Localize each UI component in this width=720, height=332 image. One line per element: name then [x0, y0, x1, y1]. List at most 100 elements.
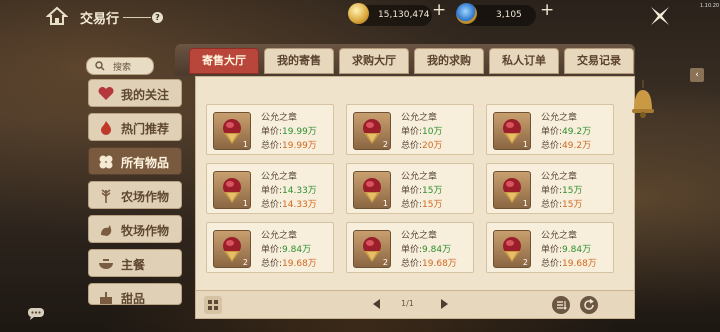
item-name: 公允之章 — [261, 231, 298, 241]
listing-card[interactable]: 2 公允之章 单价:9.84万 总价:19.68万 — [486, 222, 614, 273]
unit-price-value: 19.99万 — [282, 127, 317, 137]
bell-icon[interactable] — [628, 80, 658, 120]
tab-consignment-hall[interactable]: 寄售大厅 — [189, 48, 259, 74]
item-thumbnail: 1 — [213, 112, 251, 150]
wheat-icon — [101, 189, 111, 203]
listing-card[interactable]: 1 公允之章 单价:14.33万 总价:14.33万 — [206, 163, 334, 214]
unit-price: 单价:19.99万 — [261, 124, 317, 137]
sidebar-item-dessert[interactable]: 甜品 — [88, 283, 182, 305]
sidebar-item-label: 我的关注 — [121, 88, 170, 102]
close-icon[interactable] — [648, 4, 672, 28]
item-thumbnail: 2 — [213, 230, 251, 268]
sidebar-item-farm[interactable]: 农场作物 — [88, 181, 182, 209]
page-indicator: 1/1 — [401, 299, 414, 308]
item-quantity: 2 — [382, 258, 388, 267]
bowl-icon — [99, 259, 113, 269]
unit-price-label: 单价: — [401, 127, 423, 137]
tab-private-orders[interactable]: 私人订单 — [489, 48, 559, 74]
refresh-button[interactable] — [580, 296, 598, 314]
gold-amount: 15,130,474 — [378, 10, 430, 20]
gold-coin-icon — [348, 3, 369, 24]
page-title: 交易行 — [80, 12, 120, 27]
total-price: 总价:49.2万 — [541, 138, 591, 151]
listing-card[interactable]: 1 公允之章 单价:15万 总价:15万 — [486, 163, 614, 214]
listing-card[interactable]: 2 公允之章 单价:10万 总价:20万 — [346, 104, 474, 155]
tab-my-consignment[interactable]: 我的寄售 — [264, 48, 334, 74]
heart-icon — [98, 86, 114, 100]
item-name: 公允之章 — [401, 113, 438, 123]
next-page-icon[interactable] — [441, 299, 448, 309]
listing-card[interactable]: 1 公允之章 单价:19.99万 总价:19.99万 — [206, 104, 334, 155]
unit-price-value: 49.2万 — [562, 127, 592, 137]
sort-button[interactable] — [552, 296, 570, 314]
search-input[interactable]: 搜索 — [86, 57, 154, 75]
listing-card[interactable]: 2 公允之章 单价:9.84万 总价:19.68万 — [206, 222, 334, 273]
total-price-label: 总价: — [541, 141, 563, 151]
gold-currency: 15,130,474 — [348, 3, 432, 26]
sidebar-item-label: 甜品 — [121, 292, 146, 305]
unit-price-value: 9.84万 — [562, 245, 592, 255]
total-price-value: 15万 — [562, 200, 583, 210]
total-price: 总价:14.33万 — [261, 197, 317, 210]
total-price: 总价:19.99万 — [261, 138, 317, 151]
sidebar-item-label: 农场作物 — [121, 190, 170, 204]
add-gem-button[interactable]: + — [540, 2, 554, 19]
item-quantity: 2 — [522, 258, 528, 267]
sidebar-item-all[interactable]: 所有物品 — [88, 147, 182, 175]
gem-coin-icon — [456, 3, 477, 24]
sidebar-item-ranch[interactable]: 牧场作物 — [88, 215, 182, 243]
tab-my-buy-orders[interactable]: 我的求购 — [414, 48, 484, 74]
total-price: 总价:19.68万 — [401, 256, 457, 269]
item-quantity: 1 — [522, 140, 528, 149]
total-price-value: 19.68万 — [422, 259, 457, 269]
total-price-label: 总价: — [541, 200, 563, 210]
collapse-arrow-icon[interactable]: ‹ — [690, 68, 704, 82]
unit-price: 单价:15万 — [541, 183, 583, 196]
add-gold-button[interactable]: + — [432, 2, 446, 19]
unit-price: 单价:9.84万 — [541, 242, 591, 255]
item-thumbnail: 1 — [493, 112, 531, 150]
listing-card[interactable]: 1 公允之章 单价:15万 总价:15万 — [346, 163, 474, 214]
total-price-label: 总价: — [261, 259, 283, 269]
total-price-label: 总价: — [401, 141, 423, 151]
item-quantity: 1 — [242, 199, 248, 208]
unit-price-label: 单价: — [261, 186, 283, 196]
unit-price-label: 单价: — [541, 186, 563, 196]
title-divider — [123, 17, 151, 18]
unit-price-label: 单价: — [401, 245, 423, 255]
tab-trade-history[interactable]: 交易记录 — [564, 48, 634, 74]
total-price: 总价:19.68万 — [261, 256, 317, 269]
tab-buy-hall[interactable]: 求购大厅 — [339, 48, 409, 74]
unit-price-value: 14.33万 — [282, 186, 317, 196]
item-thumbnail: 2 — [353, 112, 391, 150]
total-price: 总价:19.68万 — [541, 256, 597, 269]
total-price-label: 总价: — [261, 141, 283, 151]
unit-price-label: 单价: — [261, 245, 283, 255]
item-name: 公允之章 — [541, 172, 578, 182]
total-price-label: 总价: — [401, 259, 423, 269]
gem-amount: 3,105 — [496, 10, 522, 20]
total-price: 总价:15万 — [541, 197, 583, 210]
sidebar-item-hot[interactable]: 热门推荐 — [88, 113, 182, 141]
total-price-value: 14.33万 — [282, 200, 317, 210]
unit-price: 单价:14.33万 — [261, 183, 317, 196]
total-price-label: 总价: — [541, 259, 563, 269]
prev-page-icon[interactable] — [373, 299, 380, 309]
unit-price: 单价:9.84万 — [261, 242, 311, 255]
sidebar-item-favorites[interactable]: 我的关注 — [88, 79, 182, 107]
item-name: 公允之章 — [401, 172, 438, 182]
item-thumbnail: 2 — [353, 230, 391, 268]
chat-icon[interactable] — [28, 308, 44, 320]
home-icon[interactable] — [46, 5, 68, 27]
unit-price-label: 单价: — [401, 186, 423, 196]
sort-icon — [557, 301, 567, 310]
gem-currency: 3,105 — [456, 3, 536, 26]
listing-card[interactable]: 1 公允之章 单价:49.2万 总价:49.2万 — [486, 104, 614, 155]
grid-view-button[interactable] — [204, 296, 222, 314]
help-button[interactable]: ? — [152, 12, 163, 23]
listing-card[interactable]: 2 公允之章 单价:9.84万 总价:19.68万 — [346, 222, 474, 273]
sidebar-item-main-dish[interactable]: 主餐 — [88, 249, 182, 277]
unit-price-label: 单价: — [541, 245, 563, 255]
tab-bar: 寄售大厅 我的寄售 求购大厅 我的求购 私人订单 交易记录 — [175, 44, 635, 76]
total-price: 总价:15万 — [401, 197, 443, 210]
